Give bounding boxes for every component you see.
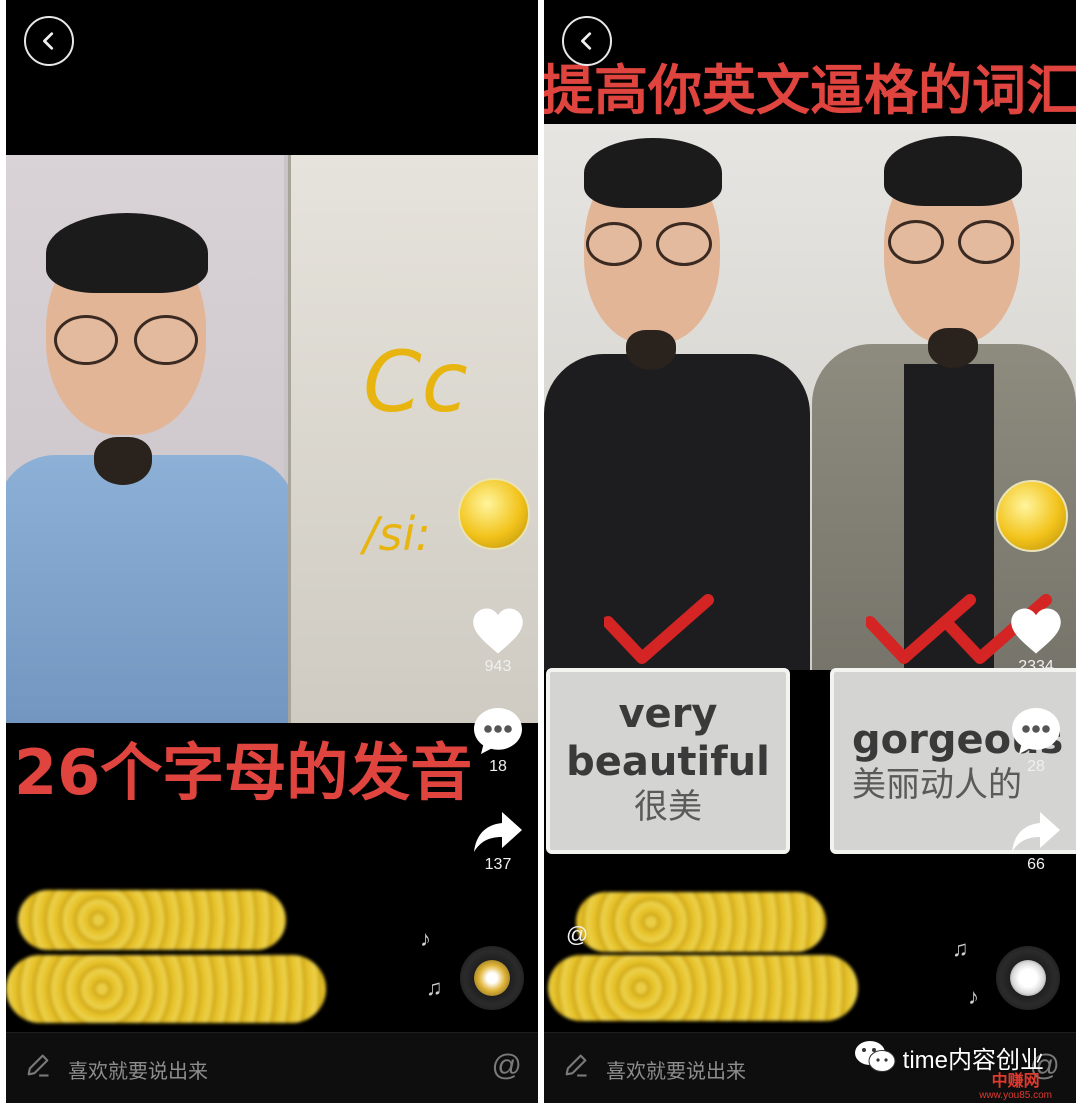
- phonetic-text: /si:: [363, 507, 431, 561]
- music-note-icon-2: ♪: [968, 984, 979, 1009]
- music-note-icon: ♪: [420, 926, 431, 951]
- glasses-right: [958, 220, 1014, 264]
- site-url: www.you85.com: [979, 1090, 1052, 1101]
- video-frame[interactable]: [544, 124, 1076, 670]
- card-word-line-2: beautiful: [566, 739, 770, 785]
- like-count: 2334: [1018, 658, 1054, 675]
- heart-icon[interactable]: [1009, 606, 1063, 656]
- presenter-shirt: [6, 455, 296, 723]
- blurred-username: [576, 892, 826, 952]
- music-note-icon-2: ♫: [426, 975, 443, 1000]
- comment-action[interactable]: 28: [1006, 706, 1066, 776]
- comment-count: 18: [489, 758, 507, 775]
- share-action[interactable]: 66: [1006, 810, 1066, 874]
- chevron-left-icon: [581, 32, 592, 50]
- video-title-banner: 提高你英文逼格的词汇: [544, 59, 1076, 120]
- comment-input[interactable]: 喜欢就要说出来: [68, 1055, 208, 1084]
- back-button[interactable]: [562, 16, 612, 66]
- word-card-basic: very beautiful 很美: [546, 668, 790, 854]
- author-avatar[interactable]: [996, 480, 1068, 552]
- title-banner-area: 提高你英文逼格的词汇: [544, 0, 1076, 120]
- person-2-hair: [884, 136, 1022, 206]
- watermark: time内容创业: [853, 1039, 1044, 1075]
- share-count: 66: [1027, 856, 1045, 873]
- card-word-translation: 很美: [634, 787, 702, 827]
- checkmark-icon: [604, 594, 714, 664]
- wechat-icon: [854, 1041, 896, 1072]
- share-arrow-icon[interactable]: [1010, 810, 1062, 854]
- pencil-icon: [565, 1054, 587, 1077]
- like-count: 943: [484, 658, 512, 675]
- heart-icon[interactable]: [471, 606, 525, 656]
- blurred-caption: [6, 955, 326, 1023]
- presenter-frame: [6, 155, 296, 723]
- music-disc-cover: [1010, 960, 1046, 996]
- presenter-beard: [94, 437, 152, 485]
- comment-bubble-icon[interactable]: [1010, 706, 1062, 756]
- site-name: 中赚网: [991, 1073, 1040, 1090]
- person-1-hair: [584, 138, 722, 208]
- pencil-icon: [27, 1054, 49, 1077]
- share-action[interactable]: 137: [468, 810, 528, 874]
- comment-action[interactable]: 18: [468, 706, 528, 776]
- comment-bar[interactable]: 喜欢就要说出来 @: [6, 1032, 538, 1103]
- music-disc[interactable]: [996, 946, 1060, 1010]
- mention-button[interactable]: @: [492, 1049, 522, 1083]
- video-subtitle: 26个字母的发音: [14, 736, 473, 809]
- glasses-right: [656, 222, 712, 266]
- like-action[interactable]: 2334: [1006, 606, 1066, 676]
- back-button[interactable]: [24, 16, 74, 66]
- presenter-hair: [46, 213, 208, 293]
- person-1-beard: [626, 330, 676, 370]
- glasses-right: [134, 315, 198, 365]
- music-disc-cover: [474, 960, 510, 996]
- letter-text: Cc: [363, 333, 468, 431]
- music-note-icon: ♫: [952, 936, 969, 961]
- like-action[interactable]: 943: [468, 606, 528, 676]
- video-frame[interactable]: Cc /si:: [6, 155, 538, 723]
- mention-prefix: @: [566, 922, 589, 947]
- blurred-caption: [548, 955, 858, 1021]
- share-arrow-icon[interactable]: [472, 810, 524, 854]
- person-2-beard: [928, 328, 978, 368]
- music-disc[interactable]: [460, 946, 524, 1010]
- comment-input[interactable]: 喜欢就要说出来: [606, 1055, 746, 1084]
- chevron-left-icon: [43, 32, 54, 50]
- left-video-panel: Cc /si: 26个字母的发音 943 18 137 ♪ ♫ 喜欢就要说出来 …: [6, 0, 538, 1103]
- glasses-left: [54, 315, 118, 365]
- site-watermark: 中赚网 www.you85.com: [979, 1073, 1052, 1103]
- glasses-left: [888, 220, 944, 264]
- watermark-text: time内容创业: [902, 1046, 1044, 1074]
- right-video-panel: 提高你英文逼格的词汇 very beautiful 很美 gorgeous 美丽…: [544, 0, 1076, 1103]
- share-count: 137: [484, 856, 512, 873]
- author-avatar[interactable]: [458, 478, 530, 550]
- comment-bubble-icon[interactable]: [472, 706, 524, 756]
- glasses-left: [586, 222, 642, 266]
- blurred-username: [18, 890, 286, 950]
- comment-count: 28: [1027, 758, 1045, 775]
- card-word-line-1: very: [618, 691, 718, 737]
